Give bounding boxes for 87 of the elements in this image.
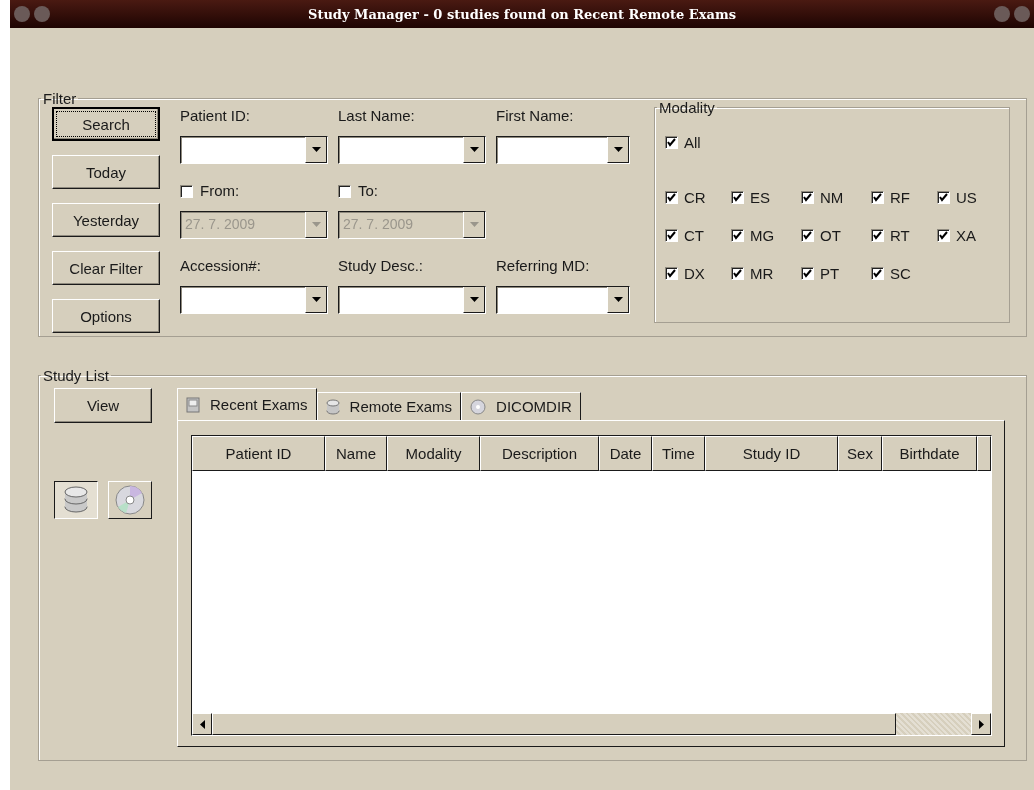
checkbox[interactable] xyxy=(731,267,744,280)
checkbox-label: CT xyxy=(684,227,704,244)
column-header[interactable]: Time xyxy=(652,436,705,471)
checkbox-label: MG xyxy=(750,227,775,244)
field-label: Patient ID: xyxy=(180,107,252,126)
disc-icon xyxy=(115,485,145,515)
combo-box[interactable] xyxy=(338,286,486,314)
disc-icon xyxy=(470,398,487,415)
checkbox[interactable] xyxy=(665,191,678,204)
checkbox[interactable] xyxy=(801,229,814,242)
caret-icon xyxy=(311,297,321,302)
field-label: Last Name: xyxy=(338,107,416,126)
close-icon[interactable] xyxy=(1014,6,1030,22)
view-button[interactable]: View xyxy=(54,388,152,423)
field-label: Accession#: xyxy=(180,257,262,276)
checkbox[interactable] xyxy=(801,191,814,204)
field-label: Study Desc.: xyxy=(338,257,425,276)
checkbox[interactable] xyxy=(731,229,744,242)
column-header[interactable]: Description xyxy=(480,436,599,471)
window-menu-icon[interactable] xyxy=(14,6,30,22)
combo-box[interactable] xyxy=(338,136,486,164)
checkbox[interactable] xyxy=(731,191,744,204)
column-header[interactable]: Study ID xyxy=(705,436,838,471)
window-title: Study Manager - 0 studies found on Recent Remote Exams xyxy=(308,6,736,22)
checkbox-label: RT xyxy=(890,227,910,244)
checkbox-label: CR xyxy=(684,189,706,206)
column-header[interactable]: Name xyxy=(325,436,387,471)
checkbox[interactable] xyxy=(871,267,884,280)
combo-box[interactable] xyxy=(180,286,328,314)
combo-box[interactable] xyxy=(496,286,630,314)
checkbox-label: ES xyxy=(750,189,770,206)
maximize-icon[interactable] xyxy=(994,6,1010,22)
checkbox-label: XA xyxy=(956,227,976,244)
checkbox-label: From: xyxy=(200,182,240,201)
tab[interactable]: Recent Exams xyxy=(177,388,317,420)
field-label: First Name: xyxy=(496,107,575,126)
checkbox-label: US xyxy=(956,189,977,206)
caret-icon xyxy=(469,297,479,302)
checkbox[interactable] xyxy=(665,135,678,149)
checkbox-label: All xyxy=(684,133,701,151)
caret-icon xyxy=(469,222,479,227)
database-icon xyxy=(63,486,89,514)
left-arrow-icon xyxy=(199,719,205,729)
database-icon xyxy=(325,398,340,415)
checkbox-label: MR xyxy=(750,265,774,282)
checkbox[interactable] xyxy=(871,229,884,242)
group-label: Filter xyxy=(42,90,78,107)
caret-icon xyxy=(311,222,321,227)
checkbox[interactable] xyxy=(665,229,678,242)
checkbox-label: RF xyxy=(890,189,910,206)
filter-button[interactable]: Options xyxy=(52,299,160,333)
checkbox-label: DX xyxy=(684,265,705,282)
checkbox-label: PT xyxy=(820,265,840,282)
filter-button[interactable]: Search xyxy=(52,107,160,141)
checkbox[interactable] xyxy=(937,229,950,242)
tab[interactable]: Remote Exams xyxy=(316,392,462,420)
caret-icon xyxy=(613,297,623,302)
checkbox[interactable] xyxy=(665,267,678,280)
checkbox[interactable] xyxy=(801,267,814,280)
checkbox-label: OT xyxy=(820,227,841,244)
disc-button[interactable] xyxy=(108,481,152,519)
checkbox[interactable] xyxy=(937,191,950,204)
caret-icon xyxy=(469,147,479,152)
tab[interactable]: DICOMDIR xyxy=(461,392,581,420)
column-header[interactable]: Birthdate xyxy=(882,436,977,471)
combo-box[interactable] xyxy=(496,136,630,164)
column-header[interactable]: Patient ID xyxy=(192,436,325,471)
filter-button[interactable]: Clear Filter xyxy=(52,251,160,285)
caret-icon xyxy=(613,147,623,152)
group-label: Study List xyxy=(42,367,110,384)
column-header[interactable]: Sex xyxy=(838,436,882,471)
filter-button[interactable]: Today xyxy=(52,155,160,189)
group-label: Modality xyxy=(658,99,716,116)
checkbox-label: NM xyxy=(820,189,844,206)
combo-box[interactable] xyxy=(180,136,328,164)
checkbox[interactable] xyxy=(871,191,884,204)
right-arrow-icon xyxy=(978,719,984,729)
column-header[interactable]: Modality xyxy=(387,436,480,471)
caret-icon xyxy=(311,147,321,152)
database-button[interactable] xyxy=(54,481,98,519)
drive-icon xyxy=(186,396,200,413)
column-header[interactable]: Date xyxy=(599,436,652,471)
filter-button[interactable]: Yesterday xyxy=(52,203,160,237)
checkbox-label: SC xyxy=(890,265,911,282)
field-label: Referring MD: xyxy=(496,257,591,276)
checkbox-label: To: xyxy=(358,182,378,201)
minimize-icon[interactable] xyxy=(34,6,50,22)
